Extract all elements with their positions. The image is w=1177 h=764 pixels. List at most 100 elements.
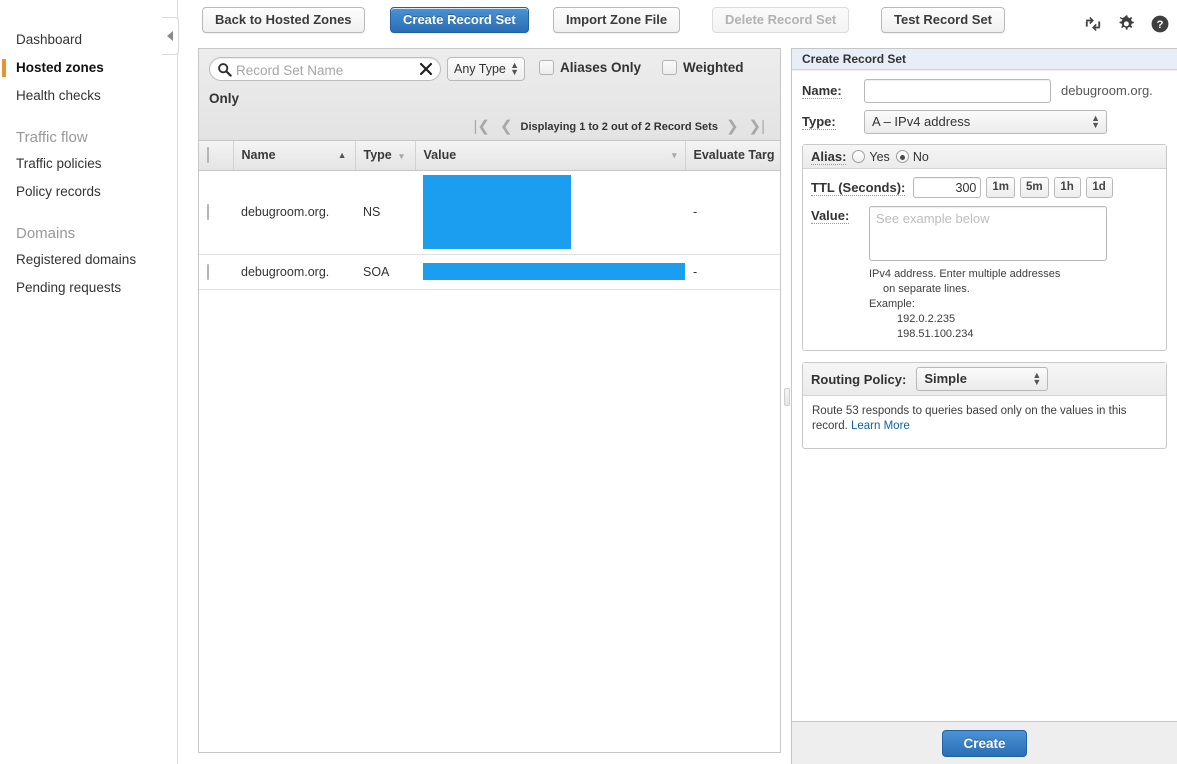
ttl-preset-1m[interactable]: 1m	[986, 177, 1015, 198]
column-header-value[interactable]: Value ▾	[414, 141, 685, 171]
type-filter-select[interactable]: Any Type ▲ ▼	[447, 57, 525, 81]
search-icon	[217, 62, 232, 77]
panel-title: Create Record Set	[792, 49, 1177, 70]
table-header-row: Name ▲ Type ▾ Value ▾ Evaluate Targ	[199, 141, 780, 171]
routing-policy-header: Routing Policy: Simple ▲ ▼	[803, 363, 1166, 396]
weighted-only-checkbox[interactable]: Weighted	[662, 60, 744, 75]
column-header-name[interactable]: Name ▲	[232, 141, 355, 171]
import-zone-file-button[interactable]: Import Zone File	[553, 7, 681, 33]
table-row[interactable]: debugroom.org. NS -	[199, 170, 780, 255]
cell-type: NS	[355, 170, 415, 255]
alias-header: Alias: Yes No	[803, 145, 1166, 169]
learn-more-link[interactable]: Learn More	[851, 420, 910, 432]
close-icon[interactable]	[417, 60, 435, 78]
sidebar-item-label: Hosted zones	[16, 60, 104, 75]
column-header-type[interactable]: Type ▾	[354, 141, 415, 171]
sidebar-item-label: Registered domains	[16, 252, 137, 267]
alias-yes-radio[interactable]	[852, 150, 866, 163]
name-domain-suffix: debugroom.org.	[1061, 83, 1153, 98]
prev-page-icon[interactable]: ❮	[495, 119, 518, 134]
record-type-select[interactable]: A – IPv4 address ▲ ▼	[864, 110, 1107, 134]
value-field-row: Value:	[811, 206, 1158, 261]
alias-no-label: No	[912, 149, 929, 164]
table-row[interactable]: debugroom.org. SOA -	[199, 254, 780, 290]
pagination-count: Displaying 1 to 2 out of 2 Record Sets	[520, 121, 718, 133]
cell-value	[415, 254, 700, 290]
routing-policy-description: Route 53 responds to queries based only …	[803, 396, 1166, 448]
alias-group: Alias: Yes No TTL (Seconds): 1m 5m 1h 1d	[802, 144, 1167, 351]
sidebar-item-traffic-policies[interactable]: Traffic policies	[0, 150, 177, 178]
sidebar-item-pending-requests[interactable]: Pending requests	[0, 274, 177, 302]
aliases-only-checkbox[interactable]: Aliases Only	[539, 60, 641, 75]
sidebar-item-hosted-zones[interactable]: Hosted zones	[0, 54, 177, 82]
create-button[interactable]: Create	[942, 729, 1027, 757]
sidebar-item-registered-domains[interactable]: Registered domains	[0, 246, 177, 274]
row-checkbox[interactable]	[207, 204, 209, 220]
sidebar-item-dashboard[interactable]: Dashboard	[0, 26, 177, 54]
sidebar-collapse-button[interactable]	[162, 17, 179, 55]
cell-evaluate-target: -	[685, 170, 780, 255]
redacted-value-block	[423, 175, 571, 249]
sidebar-item-label: Policy records	[16, 184, 101, 199]
record-sets-panel: Any Type ▲▼ Aliases Only Weighted Only |…	[198, 48, 781, 753]
routing-policy-select[interactable]: Simple ▲ ▼	[916, 367, 1049, 391]
next-page-icon[interactable]: ❯	[721, 119, 744, 134]
ttl-field-row: TTL (Seconds): 1m 5m 1h 1d	[811, 177, 1158, 198]
type-filter-value: Any Type	[454, 62, 506, 76]
sidebar-nav: Dashboard Hosted zones Health checks Tra…	[0, 0, 177, 302]
first-page-icon[interactable]: |❮	[468, 119, 494, 134]
sidebar-item-policy-records[interactable]: Policy records	[0, 178, 177, 206]
column-header-evaluate-target[interactable]: Evaluate Targ	[684, 141, 780, 171]
ttl-label: TTL (Seconds):	[811, 180, 906, 196]
value-textarea[interactable]	[869, 206, 1107, 261]
svg-text:?: ?	[1157, 19, 1164, 31]
panel-splitter[interactable]	[783, 48, 791, 753]
record-sets-table: Name ▲ Type ▾ Value ▾ Evaluate Targ debu…	[199, 141, 780, 290]
column-header-value-label: Value	[423, 148, 457, 163]
ttl-preset-1h[interactable]: 1h	[1053, 177, 1081, 198]
checkbox-box	[662, 60, 677, 75]
refresh-icon[interactable]	[1082, 13, 1104, 35]
chevron-left-icon	[167, 31, 173, 41]
sidebar-item-label: Traffic policies	[16, 156, 102, 171]
sidebar-item-health-checks[interactable]: Health checks	[0, 82, 177, 110]
sidebar-group-domains: Domains	[16, 225, 76, 242]
row-checkbox[interactable]	[207, 263, 209, 280]
help-icon[interactable]: ?	[1149, 13, 1171, 35]
name-input[interactable]	[864, 79, 1051, 103]
cell-value	[415, 170, 685, 255]
gear-icon[interactable]	[1115, 13, 1137, 35]
name-label: Name:	[802, 83, 842, 99]
value-help-text: IPv4 address. Enter multiple addresses o…	[869, 267, 1158, 342]
search-box[interactable]	[209, 57, 441, 81]
sort-menu-icon: ▾	[671, 149, 677, 160]
routing-policy-value: Simple	[924, 371, 967, 386]
ttl-input[interactable]	[913, 177, 982, 198]
select-all-header	[199, 141, 233, 171]
create-record-set-panel: Create Record Set Name: debugroom.org. T…	[791, 48, 1177, 764]
row-select-cell	[199, 254, 233, 290]
alias-no-radio[interactable]	[895, 150, 909, 163]
type-field-row: Type: A – IPv4 address ▲ ▼	[802, 110, 1167, 134]
routing-policy-group: Routing Policy: Simple ▲ ▼ Route 53 respo…	[802, 362, 1167, 449]
value-label: Value:	[811, 208, 850, 224]
value-help-example-label: Example:	[869, 298, 915, 310]
search-input[interactable]	[234, 60, 406, 80]
alias-body: TTL (Seconds): 1m 5m 1h 1d Value: IPv4 a…	[803, 169, 1166, 350]
select-all-checkbox[interactable]	[207, 147, 209, 164]
value-help-example2: 198.51.100.234	[897, 328, 974, 340]
ttl-preset-5m[interactable]: 5m	[1020, 177, 1049, 198]
create-record-set-button[interactable]: Create Record Set	[390, 7, 529, 33]
chevron-updown-icon: ▲ ▼	[1032, 370, 1042, 387]
last-page-icon[interactable]: ❯|	[744, 119, 770, 134]
ttl-preset-1d[interactable]: 1d	[1085, 177, 1113, 198]
column-header-evaluate-target-label: Evaluate Targ	[693, 148, 775, 163]
filter-bar: Any Type ▲▼ Aliases Only Weighted Only |…	[199, 49, 780, 141]
redacted-value-block	[423, 263, 700, 280]
back-to-hosted-zones-button[interactable]: Back to Hosted Zones	[202, 7, 365, 33]
test-record-set-button[interactable]: Test Record Set	[881, 7, 1006, 33]
sidebar-group-traffic-flow: Traffic flow	[16, 129, 88, 146]
sort-menu-icon: ▾	[399, 151, 404, 162]
cell-name: debugroom.org.	[233, 170, 355, 255]
delete-record-set-button[interactable]: Delete Record Set	[712, 7, 850, 33]
